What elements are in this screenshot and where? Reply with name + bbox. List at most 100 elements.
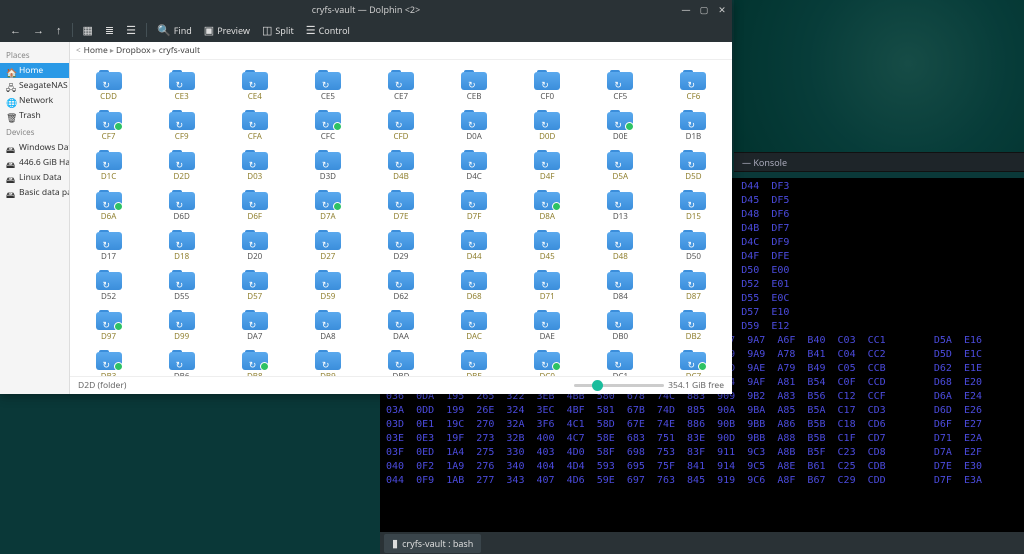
folder-item[interactable]: ↻D6F — [218, 188, 291, 228]
breadcrumb-cryfs-vault[interactable]: cryfs-vault — [159, 45, 200, 56]
folder-item[interactable]: ↻D7F — [438, 188, 511, 228]
folder-item[interactable]: ↻CE5 — [291, 68, 364, 108]
compact-view-button[interactable]: ≣ — [101, 21, 118, 40]
split-button[interactable]: ◫Split — [258, 21, 298, 40]
folder-item[interactable]: ↻CF9 — [145, 108, 218, 148]
folder-item[interactable]: ↻D8A — [511, 188, 584, 228]
zoom-slider[interactable] — [574, 384, 664, 387]
folder-item[interactable]: ↻CF7 — [72, 108, 145, 148]
folder-item[interactable]: ↻D7E — [364, 188, 437, 228]
folder-item[interactable]: ↻D7A — [291, 188, 364, 228]
folder-item[interactable]: ↻D68 — [438, 268, 511, 308]
folder-item[interactable]: ↻CF0 — [511, 68, 584, 108]
folder-item[interactable]: ↻D87 — [657, 268, 730, 308]
folder-item[interactable]: ↻D44 — [438, 228, 511, 268]
sidebar-item-network[interactable]: 🌐Network — [0, 93, 69, 108]
folder-item[interactable]: ↻D2D — [145, 148, 218, 188]
folder-item[interactable]: ↻DBE — [438, 348, 511, 376]
folder-item[interactable]: ↻CE4 — [218, 68, 291, 108]
folder-item[interactable]: ↻CF5 — [584, 68, 657, 108]
sidebar-item-home[interactable]: 🏠Home — [0, 63, 69, 78]
folder-item[interactable]: ↻D17 — [72, 228, 145, 268]
sidebar-item-basic-data-partition[interactable]: 🖴Basic data partition — [0, 185, 69, 200]
folder-item[interactable]: ↻D29 — [364, 228, 437, 268]
folder-item[interactable]: ↻D62 — [364, 268, 437, 308]
sidebar-item-trash[interactable]: 🗑Trash — [0, 108, 69, 123]
folder-item[interactable]: ↻D71 — [511, 268, 584, 308]
folder-item[interactable]: ↻D99 — [145, 308, 218, 348]
taskbar-entry-terminal[interactable]: ▮ cryfs-vault : bash — [384, 534, 481, 553]
sidebar-item-windows-data[interactable]: 🖴Windows Data — [0, 140, 69, 155]
folder-item[interactable]: ↻D3D — [291, 148, 364, 188]
folder-item[interactable]: ↻D27 — [291, 228, 364, 268]
maximize-button[interactable]: ▢ — [698, 3, 710, 16]
folder-item[interactable]: ↻D6D — [145, 188, 218, 228]
sidebar-item-446-6-gib-hard-drive[interactable]: 🖴446.6 GiB Hard Drive — [0, 155, 69, 170]
folder-item[interactable]: ↻D50 — [657, 228, 730, 268]
folder-item[interactable]: ↻D52 — [72, 268, 145, 308]
folder-item[interactable]: ↻D4C — [438, 148, 511, 188]
details-view-button[interactable]: ☰ — [122, 21, 140, 40]
folder-item[interactable]: ↻DA7 — [218, 308, 291, 348]
control-button[interactable]: ☰Control — [302, 21, 354, 40]
folder-item[interactable]: ↻D97 — [72, 308, 145, 348]
preview-button[interactable]: ▣Preview — [200, 21, 254, 40]
folder-item[interactable]: ↻D1B — [657, 108, 730, 148]
folder-item[interactable]: ↻D0A — [438, 108, 511, 148]
folder-item[interactable]: ↻DAE — [511, 308, 584, 348]
folder-item[interactable]: ↻D48 — [584, 228, 657, 268]
minimize-button[interactable]: — — [680, 3, 692, 16]
folder-item[interactable]: ↻CFC — [291, 108, 364, 148]
folder-item[interactable]: ↻DB3 — [72, 348, 145, 376]
folder-item[interactable]: ↻D0D — [511, 108, 584, 148]
folder-item[interactable]: ↻CE7 — [364, 68, 437, 108]
folder-item[interactable]: ↻D15 — [657, 188, 730, 228]
folder-item[interactable]: ↻D4F — [511, 148, 584, 188]
up-button[interactable]: ↑ — [52, 21, 66, 40]
folder-item[interactable]: ↻CF6 — [657, 68, 730, 108]
folder-item[interactable]: ↻DC0 — [511, 348, 584, 376]
folder-item[interactable]: ↻D0E — [584, 108, 657, 148]
folder-item[interactable]: ↻CFA — [218, 108, 291, 148]
folder-item[interactable]: ↻D59 — [291, 268, 364, 308]
folder-item[interactable]: ↻D1C — [72, 148, 145, 188]
sidebar-item-linux-data[interactable]: 🖴Linux Data — [0, 170, 69, 185]
folder-item[interactable]: ↻D18 — [145, 228, 218, 268]
folder-item[interactable]: ↻D5A — [584, 148, 657, 188]
folder-item[interactable]: ↻D03 — [218, 148, 291, 188]
find-button[interactable]: 🔍Find — [153, 21, 196, 40]
breadcrumb-bar[interactable]: < Home ▸ Dropbox ▸ cryfs-vault — [70, 42, 732, 60]
folder-item[interactable]: ↻CDD — [72, 68, 145, 108]
back-button[interactable]: ← — [6, 21, 25, 40]
folder-item[interactable]: ↻CFD — [364, 108, 437, 148]
folder-item[interactable]: ↻CEB — [438, 68, 511, 108]
folder-item[interactable]: ↻D84 — [584, 268, 657, 308]
folder-item[interactable]: ↻DB2 — [657, 308, 730, 348]
folder-item[interactable]: ↻DAA — [364, 308, 437, 348]
folder-item[interactable]: ↻DB9 — [291, 348, 364, 376]
folder-item[interactable]: ↻DAC — [438, 308, 511, 348]
window-titlebar[interactable]: cryfs-vault — Dolphin <2> — ▢ ✕ — [0, 0, 732, 18]
breadcrumb-home[interactable]: Home — [84, 45, 108, 56]
folder-item[interactable]: ↻D57 — [218, 268, 291, 308]
folder-item[interactable]: ↻D5D — [657, 148, 730, 188]
folder-item[interactable]: ↻DB6 — [145, 348, 218, 376]
folder-item[interactable]: ↻D45 — [511, 228, 584, 268]
folder-item[interactable]: ↻DC7 — [657, 348, 730, 376]
folder-item[interactable]: ↻D13 — [584, 188, 657, 228]
folder-item[interactable]: ↻DA8 — [291, 308, 364, 348]
folder-item[interactable]: ↻CE3 — [145, 68, 218, 108]
breadcrumb-dropbox[interactable]: Dropbox — [116, 45, 151, 56]
folder-item[interactable]: ↻DB8 — [218, 348, 291, 376]
folder-item[interactable]: ↻DB0 — [584, 308, 657, 348]
folder-item[interactable]: ↻D20 — [218, 228, 291, 268]
forward-button[interactable]: → — [29, 21, 48, 40]
close-button[interactable]: ✕ — [716, 3, 728, 16]
folder-item[interactable]: ↻D6A — [72, 188, 145, 228]
icons-view-button[interactable]: ▦ — [79, 21, 97, 40]
sidebar-item-seagatenas[interactable]: 🖧SeagateNAS — [0, 78, 69, 93]
file-view[interactable]: ↻CDD↻CE3↻CE4↻CE5↻CE7↻CEB↻CF0↻CF5↻CF6 ↻CF7… — [70, 60, 732, 376]
folder-item[interactable]: ↻DC1 — [584, 348, 657, 376]
folder-item[interactable]: ↻D55 — [145, 268, 218, 308]
folder-item[interactable]: ↻DBD — [364, 348, 437, 376]
